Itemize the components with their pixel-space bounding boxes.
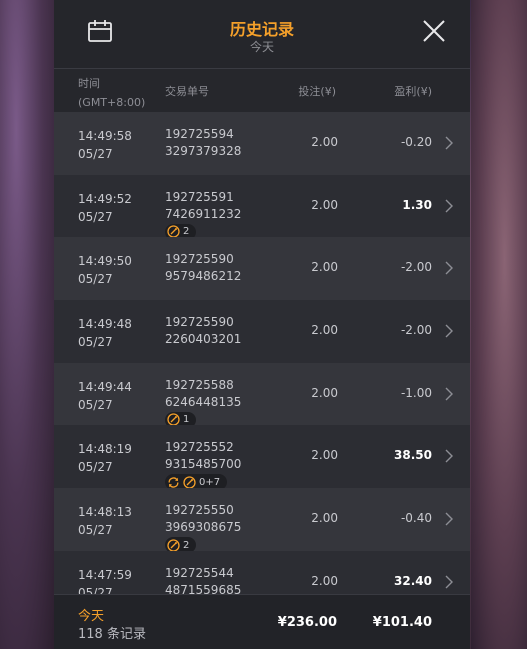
multiplier-icon — [167, 538, 180, 552]
row-bet: 2.00 — [311, 197, 338, 212]
chevron-right-icon — [445, 449, 453, 463]
summary-footer: 今天 118 条记录 ¥236.00 ¥101.40 — [54, 594, 470, 649]
chevron-right-icon — [445, 512, 453, 526]
row-bet: 2.00 — [311, 385, 338, 400]
table-row[interactable]: 14:48:13 05/27 192725550 3969308675 2 2.… — [54, 488, 470, 554]
table-row[interactable]: 14:48:19 05/27 192725552 9315485700 0+7 … — [54, 425, 470, 491]
panel-header: 历史记录 今天 — [54, 0, 470, 69]
column-order: 交易单号 — [165, 85, 209, 98]
chevron-right-icon — [445, 387, 453, 401]
row-time: 14:48:13 05/27 — [78, 505, 132, 538]
multiplier-icon — [167, 225, 180, 238]
row-time: 14:49:50 05/27 — [78, 254, 132, 287]
row-order: 192725590 9579486212 — [165, 252, 242, 284]
row-order: 192725591 7426911232 2 — [165, 189, 241, 244]
total-profit: ¥101.40 — [372, 615, 432, 630]
chevron-right-icon — [445, 136, 453, 150]
table-row[interactable]: 14:49:44 05/27 192725588 6246448135 1 2.… — [54, 362, 470, 428]
row-time: 14:49:44 05/27 — [78, 379, 132, 412]
row-time: 14:49:52 05/27 — [78, 191, 132, 224]
table-row[interactable]: 14:49:48 05/27 192725590 2260403201 2.00… — [54, 300, 470, 363]
close-icon[interactable] — [422, 19, 446, 43]
row-time: 14:48:19 05/27 — [78, 442, 132, 475]
history-panel: 历史记录 今天 时间 (GMT+8:00) 交易单号 投注(¥) 盈利(¥) 1… — [54, 0, 470, 649]
chevron-right-icon — [445, 575, 453, 589]
row-profit: 38.50 — [394, 448, 432, 463]
row-bet: 2.00 — [311, 260, 338, 275]
background-left — [0, 0, 54, 649]
row-bet: 2.00 — [311, 573, 338, 588]
row-profit: -0.40 — [400, 511, 432, 526]
chevron-right-icon — [445, 324, 453, 338]
row-profit: -2.00 — [400, 260, 432, 275]
row-order: 192725588 6246448135 1 — [165, 377, 241, 432]
row-time: 14:49:58 05/27 — [78, 129, 132, 161]
summary-label: 今天 — [78, 609, 105, 624]
table-row[interactable]: 14:49:52 05/27 192725591 7426911232 2 2.… — [54, 174, 470, 240]
refresh-icon — [168, 477, 179, 488]
row-order: 192725594 3297379328 — [165, 127, 242, 158]
chevron-right-icon — [445, 261, 453, 275]
history-list[interactable]: 14:49:58 05/27 192725594 3297379328 2.00… — [54, 112, 470, 594]
row-order: 192725550 3969308675 2 — [165, 502, 241, 557]
row-bet: 2.00 — [311, 511, 338, 526]
row-bet: 2.00 — [311, 323, 338, 338]
record-count: 118 条记录 — [78, 627, 146, 642]
background-right — [471, 0, 527, 649]
table-row[interactable]: 14:47:59 05/27 192725544 4871559685 2.00… — [54, 550, 470, 594]
multiplier-icon — [167, 413, 180, 426]
row-time: 14:49:48 05/27 — [78, 317, 132, 350]
row-order: 192725590 2260403201 — [165, 315, 242, 347]
chevron-right-icon — [445, 199, 453, 213]
total-bet: ¥236.00 — [277, 615, 337, 630]
column-time: 时间 (GMT+8:00) — [78, 77, 146, 109]
row-order: 192725552 9315485700 0+7 — [165, 439, 241, 494]
page-subtitle: 今天 — [249, 40, 274, 54]
row-profit: -2.00 — [400, 323, 432, 338]
row-profit: -1.00 — [400, 385, 432, 400]
row-bet: 2.00 — [311, 448, 338, 463]
table-row[interactable]: 14:49:50 05/27 192725590 9579486212 2.00… — [54, 237, 470, 301]
column-header: 时间 (GMT+8:00) 交易单号 投注(¥) 盈利(¥) — [54, 69, 470, 112]
row-profit: 1.30 — [402, 197, 432, 212]
row-order: 192725544 4871559685 — [165, 565, 242, 594]
column-profit: 盈利(¥) — [394, 85, 432, 98]
row-profit: -0.20 — [400, 135, 432, 149]
row-bet: 2.00 — [311, 135, 338, 149]
page-title: 历史记录 — [229, 20, 294, 39]
row-profit: 32.40 — [394, 573, 432, 588]
table-row[interactable]: 14:49:58 05/27 192725594 3297379328 2.00… — [54, 112, 470, 175]
column-bet: 投注(¥) — [298, 85, 336, 98]
multiplier-icon — [183, 476, 196, 489]
row-time: 14:47:59 05/27 — [78, 567, 132, 594]
